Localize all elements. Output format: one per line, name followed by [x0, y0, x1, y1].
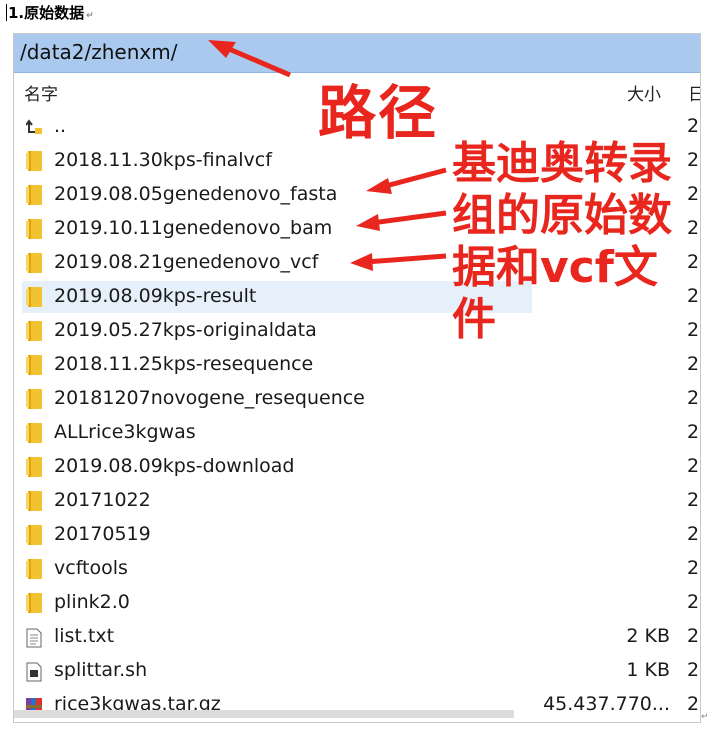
- folder-icon: [26, 457, 42, 477]
- file-name: vcftools: [54, 557, 128, 579]
- annotation-line: 件: [452, 294, 496, 345]
- file-date: 2: [687, 523, 700, 545]
- file-name: 2019.08.21genedenovo_vcf: [54, 251, 319, 273]
- text-cursor: [6, 4, 7, 21]
- annotation-line: 基迪奥转录: [452, 138, 672, 189]
- folder-icon: [26, 185, 42, 205]
- file-date: 2: [687, 387, 700, 409]
- file-date: 2: [687, 625, 700, 647]
- horizontal-scrollbar[interactable]: [14, 710, 514, 718]
- document-heading: 1.原始数据 ↵: [6, 2, 94, 23]
- folder-icon: [26, 321, 42, 341]
- file-name: 2019.08.05genedenovo_fasta: [54, 183, 338, 205]
- file-date: 2: [687, 693, 700, 715]
- file-date: 2: [687, 353, 700, 375]
- column-header-size[interactable]: 大小: [627, 80, 661, 105]
- text-file-icon: [26, 628, 42, 648]
- file-date: 2: [687, 489, 700, 511]
- folder-icon: [26, 253, 42, 273]
- folder-icon: [26, 151, 42, 171]
- file-row[interactable]: 2018.11.25kps-resequence 2: [14, 348, 700, 382]
- file-date: 2: [687, 251, 700, 273]
- file-name: ALLrice3kgwas: [54, 421, 196, 443]
- file-name: 20181207novogene_resequence: [54, 387, 365, 409]
- path-text[interactable]: /data2/zhenxm/: [20, 40, 177, 64]
- folder-icon: [26, 559, 42, 579]
- file-date: 2: [687, 421, 700, 443]
- paragraph-mark: ↵: [701, 712, 709, 722]
- parent-folder-icon: [26, 119, 42, 134]
- folder-icon: [26, 525, 42, 545]
- file-name: 2019.08.09kps-download: [54, 455, 295, 477]
- file-name: 2019.05.27kps-originaldata: [54, 319, 317, 341]
- file-row[interactable]: 20171022 2: [14, 484, 700, 518]
- file-date: 2: [687, 285, 700, 307]
- folder-icon: [26, 355, 42, 375]
- file-date: 2: [687, 149, 700, 171]
- file-row[interactable]: list.txt 2 KB 2: [14, 620, 700, 654]
- file-row[interactable]: splittar.sh 1 KB 2: [14, 654, 700, 688]
- file-row[interactable]: vcftools 2: [14, 552, 700, 586]
- file-name: 20170519: [54, 523, 151, 545]
- file-date: 2: [687, 659, 700, 681]
- file-name: plink2.0: [54, 591, 130, 613]
- annotation-path-label: 路径: [318, 79, 439, 147]
- annotation-line: 据和vcf文: [452, 242, 658, 293]
- file-name: 2018.11.25kps-resequence: [54, 353, 314, 375]
- paragraph-mark: ↵: [86, 11, 94, 21]
- file-date: 2: [687, 591, 700, 613]
- annotation-line: 组的原始数: [452, 190, 672, 241]
- file-name: ..: [54, 115, 67, 137]
- script-file-icon: [26, 662, 42, 682]
- file-row[interactable]: 20170519 2: [14, 518, 700, 552]
- file-date: 2: [687, 115, 700, 137]
- file-name: 2019.10.11genedenovo_bam: [54, 217, 333, 239]
- file-row[interactable]: 2019.08.09kps-download 2: [14, 450, 700, 484]
- file-row[interactable]: ALLrice3kgwas 2: [14, 416, 700, 450]
- folder-icon: [26, 389, 42, 409]
- folder-icon: [26, 219, 42, 239]
- file-name: 2019.08.09kps-result: [54, 285, 257, 307]
- file-name: 20171022: [54, 489, 151, 511]
- file-date: 2: [687, 319, 700, 341]
- file-date: 2: [687, 455, 700, 477]
- column-header-date[interactable]: 日: [688, 80, 700, 105]
- file-date: 2: [687, 217, 700, 239]
- annotation-description: 基迪奥转录 组的原始数 据和vcf文 件: [452, 138, 682, 346]
- folder-icon: [26, 423, 42, 443]
- folder-icon: [26, 287, 42, 307]
- file-size: 2 KB: [626, 625, 670, 647]
- file-row[interactable]: plink2.0 2: [14, 586, 700, 620]
- column-header-name[interactable]: 名字: [24, 80, 58, 105]
- file-name: list.txt: [54, 625, 115, 647]
- file-name: splittar.sh: [54, 659, 148, 681]
- file-name: 2018.11.30kps-finalvcf: [54, 149, 272, 171]
- file-row[interactable]: 20181207novogene_resequence 2: [14, 382, 700, 416]
- file-size: 1 KB: [626, 659, 670, 681]
- folder-icon: [26, 593, 42, 613]
- folder-icon: [26, 491, 42, 511]
- file-date: 2: [687, 557, 700, 579]
- file-size: 45.437.770...: [543, 693, 670, 715]
- heading-text: 1.原始数据: [8, 4, 85, 22]
- file-date: 2: [687, 183, 700, 205]
